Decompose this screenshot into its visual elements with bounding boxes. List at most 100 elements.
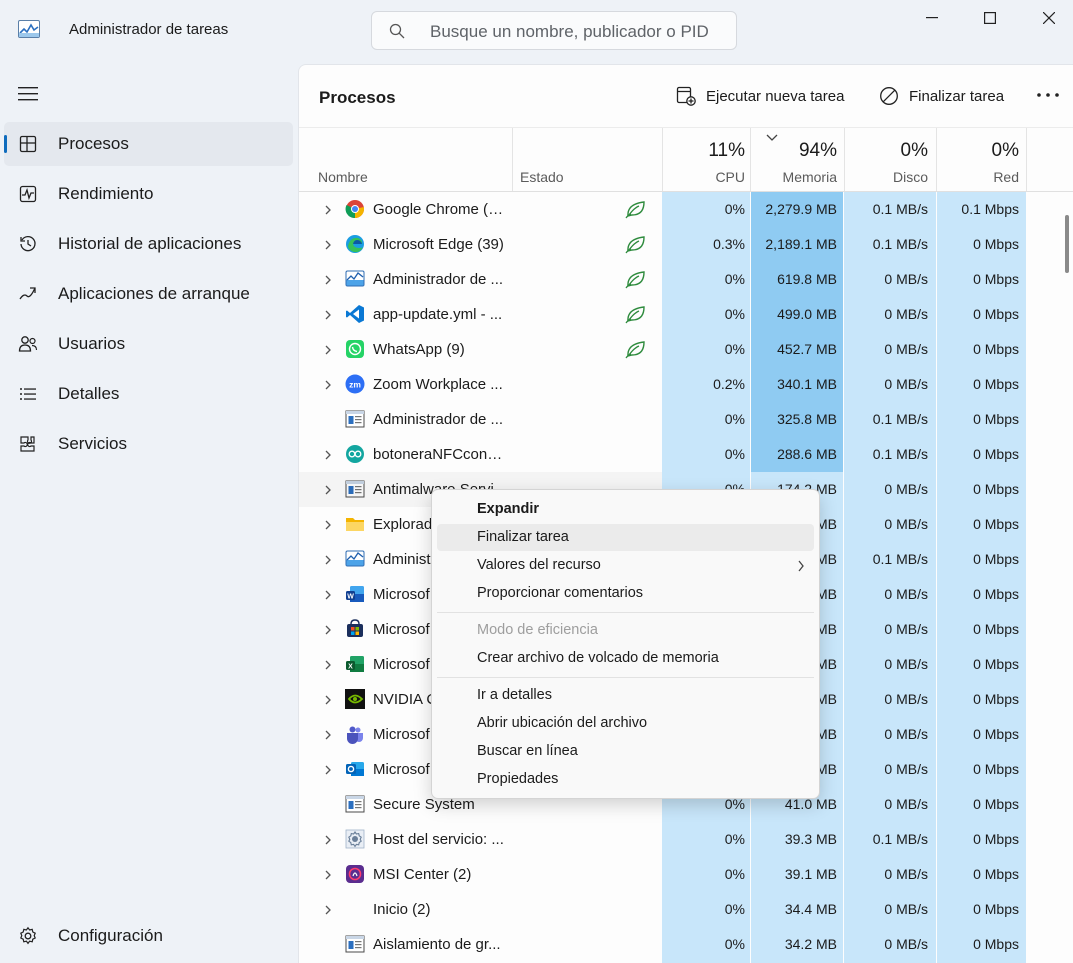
menu-item-expandir[interactable]: Expandir <box>437 496 814 523</box>
sidebar-item-users[interactable]: Usuarios <box>4 322 293 366</box>
cpu-value: 0.3% <box>713 236 745 252</box>
disk-total: 0% <box>900 140 928 161</box>
process-row[interactable]: Administrador de ... 0% 619.8 MB 0 MB/s 0 Mb… <box>299 262 1026 297</box>
chevron-right-icon[interactable] <box>323 833 333 845</box>
cpu-value: 0% <box>724 411 745 427</box>
process-name: Aislamiento de gr... <box>373 936 501 953</box>
chevron-right-icon[interactable] <box>323 623 333 635</box>
maximize-button[interactable] <box>975 6 1005 30</box>
menu-item-valores-del-recurso[interactable]: Valores del recurso <box>437 552 814 579</box>
disk-value: 0 MB/s <box>884 761 928 777</box>
chevron-right-icon[interactable] <box>323 588 333 600</box>
chevron-right-icon[interactable] <box>323 238 333 250</box>
sidebar-item-details[interactable]: Detalles <box>4 372 293 416</box>
column-header-memory[interactable]: Memoria <box>751 169 837 185</box>
process-row[interactable]: app-update.yml - ... 0% 499.0 MB 0 MB/s 0 Mb… <box>299 297 1026 332</box>
close-button[interactable] <box>1034 6 1064 30</box>
process-name: app-update.yml - ... <box>373 306 503 323</box>
chevron-right-icon[interactable] <box>323 448 333 460</box>
sidebar-item-processes[interactable]: Procesos <box>4 122 293 166</box>
sidebar-item-settings[interactable]: Configuración <box>4 914 293 958</box>
process-row[interactable]: zm Zoom Workplace ... 0.2% 340.1 MB 0 MB/s 0 … <box>299 367 1026 402</box>
task-manager-app-icon <box>18 20 40 38</box>
more-options-icon[interactable] <box>1035 85 1061 105</box>
network-value: 0 Mbps <box>973 271 1019 287</box>
processes-icon <box>19 135 37 153</box>
chevron-right-icon[interactable] <box>323 728 333 740</box>
network-value: 0 Mbps <box>973 236 1019 252</box>
sidebar-item-startup[interactable]: Aplicaciones de arranque <box>4 272 293 316</box>
sidebar-item-label: Aplicaciones de arranque <box>58 284 250 303</box>
chevron-right-icon[interactable] <box>323 378 333 390</box>
chevron-right-icon[interactable] <box>323 343 333 355</box>
efficiency-mode-leaf-icon <box>625 304 647 324</box>
column-header-network[interactable]: Red <box>937 169 1019 185</box>
efficiency-mode-leaf-icon <box>625 269 647 289</box>
chevron-right-icon[interactable] <box>323 693 333 705</box>
column-header-cpu[interactable]: CPU <box>662 169 745 185</box>
window-icon <box>345 934 365 954</box>
chevron-right-icon[interactable] <box>323 903 333 915</box>
svg-text:zm: zm <box>349 380 361 390</box>
edge-icon <box>345 234 365 254</box>
column-header-status[interactable]: Estado <box>520 169 564 185</box>
sidebar-item-performance[interactable]: Rendimiento <box>4 172 293 216</box>
history-icon <box>20 236 36 252</box>
menu-item-finalizar-tarea[interactable]: Finalizar tarea <box>437 524 814 551</box>
process-row[interactable]: Microsoft Edge (39) 0.3% 2,189.1 MB 0.1 MB/… <box>299 227 1026 262</box>
menu-item-buscar-en-linea[interactable]: Buscar en línea <box>437 738 814 765</box>
store-icon <box>345 619 365 639</box>
memory-value: 2,189.1 MB <box>765 236 837 252</box>
process-name: Administrador de ... <box>373 271 504 288</box>
process-row[interactable]: WhatsApp (9) 0% 452.7 MB 0 MB/s 0 Mbps <box>299 332 1026 367</box>
chevron-right-icon[interactable] <box>323 518 333 530</box>
process-row[interactable]: Aislamiento de gr... 0% 34.2 MB 0 MB/s 0 Mbp… <box>299 927 1026 962</box>
end-task-button[interactable]: Finalizar tarea <box>879 83 1004 109</box>
chevron-right-icon[interactable] <box>323 203 333 215</box>
process-row[interactable]: Google Chrome (4... 0% 2,279.9 MB 0.1 MB/s 0… <box>299 192 1026 227</box>
hamburger-menu-icon[interactable] <box>18 86 38 102</box>
column-header-disk[interactable]: Disco <box>844 169 928 185</box>
startup-icon <box>19 287 36 300</box>
sidebar-item-services[interactable]: Servicios <box>4 422 293 466</box>
disk-value: 0 MB/s <box>884 901 928 917</box>
menu-separator <box>437 677 814 678</box>
msi-icon <box>345 864 365 884</box>
process-row[interactable]: Administrador de ... 0% 325.8 MB 0.1 MB/s 0 … <box>299 402 1026 437</box>
search-box[interactable]: Busque un nombre, publicador o PID <box>371 11 737 50</box>
column-header-name[interactable]: Nombre <box>318 169 368 185</box>
cpu-value: 0.2% <box>713 376 745 392</box>
vertical-scrollbar[interactable] <box>1065 215 1069 273</box>
chevron-right-icon[interactable] <box>323 273 333 285</box>
run-new-task-button[interactable]: Ejecutar nueva tarea <box>676 83 844 109</box>
chevron-right-icon[interactable] <box>323 308 333 320</box>
process-row[interactable]: botoneraNFCconR... 0% 288.6 MB 0.1 MB/s 0 Mb… <box>299 437 1026 472</box>
menu-item-crear-archivo-de-volcado-de-memoria[interactable]: Crear archivo de volcado de memoria <box>437 645 814 672</box>
process-row[interactable]: Inicio (2) 0% 34.4 MB 0 MB/s 0 Mbps <box>299 892 1026 927</box>
menu-item-propiedades[interactable]: Propiedades <box>437 766 814 793</box>
sidebar-item-label: Rendimiento <box>58 184 154 203</box>
chevron-right-icon[interactable] <box>323 868 333 880</box>
disk-value: 0.1 MB/s <box>872 236 928 252</box>
process-row[interactable]: MSI Center (2) 0% 39.1 MB 0 MB/s 0 Mbps <box>299 857 1026 892</box>
chevron-right-icon[interactable] <box>323 483 333 495</box>
process-name: Google Chrome (4... <box>373 201 507 218</box>
chevron-right-icon[interactable] <box>323 658 333 670</box>
sidebar-item-history[interactable]: Historial de aplicaciones <box>4 222 293 266</box>
chevron-right-icon[interactable] <box>323 763 333 775</box>
process-row[interactable]: Host del servicio: ... 0% 39.3 MB 0.1 MB/s 0… <box>299 822 1026 857</box>
arduino-icon <box>345 444 365 464</box>
network-value: 0.1 Mbps <box>961 201 1019 217</box>
menu-item-abrir-ubicacion-del-archivo[interactable]: Abrir ubicación del archivo <box>437 710 814 737</box>
network-value: 0 Mbps <box>973 936 1019 952</box>
menu-item-ir-a-detalles[interactable]: Ir a detalles <box>437 682 814 709</box>
close-icon <box>1043 12 1055 24</box>
network-value: 0 Mbps <box>973 411 1019 427</box>
chevron-right-icon[interactable] <box>323 553 333 565</box>
search-input[interactable]: Busque un nombre, publicador o PID <box>430 22 709 42</box>
menu-item-label: Abrir ubicación del archivo <box>477 715 648 731</box>
menu-item-proporcionar-comentarios[interactable]: Proporcionar comentarios <box>437 580 814 607</box>
minimize-button[interactable] <box>917 6 947 30</box>
process-name: WhatsApp (9) <box>373 341 465 358</box>
disk-value: 0 MB/s <box>884 726 928 742</box>
